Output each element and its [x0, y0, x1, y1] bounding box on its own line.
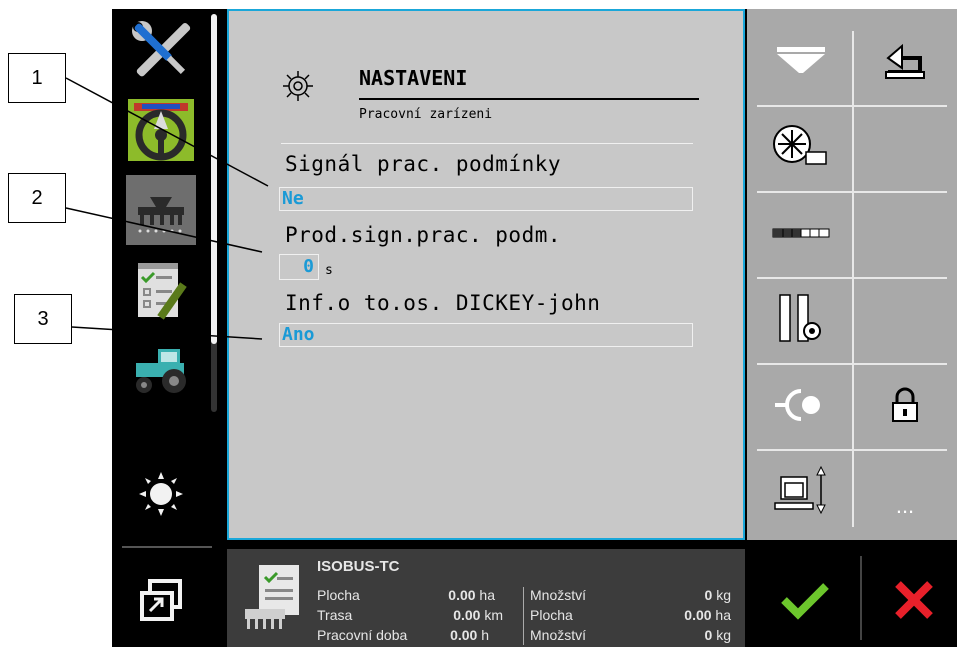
row2-label1: Trasa — [317, 607, 353, 623]
lock-icon — [892, 387, 918, 422]
seeder-button[interactable] — [126, 175, 196, 245]
tramline-settings-icon — [779, 294, 821, 342]
signal-delay-unit: s — [325, 263, 333, 278]
row2-value2: 0.00 ha — [647, 607, 731, 623]
row3-value1-number: 0.00 — [450, 627, 478, 643]
window-switch-icon — [140, 579, 182, 621]
row3-label1: Pracovní doba — [317, 627, 408, 643]
sections-button[interactable] — [751, 193, 851, 273]
cancel-button[interactable] — [870, 560, 957, 640]
callout-2: 2 — [8, 173, 66, 223]
row2-unit2: ha — [715, 607, 731, 623]
page-subtitle: Pracovní zarízeni — [359, 107, 493, 122]
tractor-button[interactable] — [126, 335, 196, 405]
confirm-button[interactable] — [760, 560, 850, 640]
lift-button[interactable] — [751, 451, 851, 531]
setting-label-work-signal: Signál prac. podmínky — [285, 152, 562, 176]
row1-value1-number: 0.00 — [448, 587, 476, 603]
bottom-divider — [523, 587, 524, 645]
title-underline — [359, 98, 699, 100]
row3-unit2: kg — [716, 627, 731, 643]
page-title: NASTAVENI — [359, 66, 468, 90]
section-bar-icon — [772, 228, 830, 238]
row1-value2-number: 0 — [704, 587, 713, 603]
wrench-screwdriver-icon — [132, 21, 191, 77]
row3-value2: 0 kg — [647, 627, 731, 643]
row2-value2-number: 0.00 — [684, 607, 712, 623]
lock-button[interactable] — [855, 365, 955, 445]
hitch-icon — [775, 389, 820, 421]
task-document-icon — [245, 565, 299, 629]
back-button[interactable] — [855, 21, 955, 101]
seeder-icon — [138, 197, 184, 233]
hitch-button[interactable] — [751, 365, 851, 445]
tools-button[interactable] — [126, 15, 196, 85]
row3-unit1: h — [481, 627, 489, 643]
steering-wheel-icon — [128, 99, 194, 161]
callout-3: 3 — [14, 294, 72, 344]
row2-label2: Plocha — [530, 607, 573, 623]
hopper-icon — [777, 47, 825, 73]
documentation-button[interactable] — [126, 255, 196, 325]
brightness-icon — [139, 472, 183, 516]
fan-button[interactable] — [751, 107, 851, 187]
sidebar-divider — [122, 546, 212, 548]
callout-1: 1 — [8, 53, 66, 103]
checkmark-icon — [781, 583, 829, 620]
action-divider — [860, 556, 862, 640]
tractor-icon — [136, 349, 186, 393]
row3-value1: 0.00 h — [427, 627, 489, 643]
setting-label-dickey-john: Inf.o to.os. DICKEY-john — [285, 291, 601, 315]
tramline-settings-button[interactable] — [751, 279, 851, 359]
fan-icon — [773, 125, 827, 165]
row2-value1-number: 0.00 — [453, 607, 481, 623]
row1-label2: Množství — [530, 587, 587, 603]
row1-label1: Plocha — [317, 587, 360, 603]
softkey-panel: ... — [747, 9, 957, 540]
checklist-icon — [138, 263, 187, 320]
more-icon: ... — [895, 493, 915, 518]
setting-label-signal-delay: Prod.sign.prac. podm. — [285, 223, 562, 247]
dickey-john-field[interactable]: Ano — [279, 323, 693, 347]
row3-label2: Množství — [530, 627, 587, 643]
scrollbar-thumb[interactable] — [211, 14, 217, 344]
settings-panel: NASTAVENI Pracovní zarízeni Signál prac.… — [227, 9, 745, 540]
row1-unit1: ha — [479, 587, 495, 603]
sidebar — [112, 9, 220, 647]
guidance-button[interactable] — [126, 95, 196, 165]
row1-value2: 0 kg — [647, 587, 731, 603]
back-icon — [885, 43, 925, 79]
hopper-button[interactable] — [751, 21, 851, 101]
app-name: ISOBUS-TC — [317, 558, 400, 575]
row1-value1: 0.00 ha — [427, 587, 495, 603]
close-icon — [894, 581, 933, 619]
lift-icon — [774, 465, 826, 515]
row3-value2-number: 0 — [704, 627, 713, 643]
row2-value1: 0.00 km — [427, 607, 503, 623]
more-button[interactable]: ... — [855, 451, 955, 531]
signal-delay-field[interactable]: 0 — [279, 254, 319, 280]
header-divider — [281, 143, 693, 144]
sidebar-scrollbar[interactable] — [211, 14, 217, 412]
row2-unit1: km — [484, 607, 503, 623]
window-switch-button[interactable] — [126, 565, 196, 635]
task-controller-bar[interactable]: ISOBUS-TC Plocha 0.00 ha Množství 0 kg T… — [227, 549, 745, 647]
brightness-button[interactable] — [126, 459, 196, 529]
work-signal-field[interactable]: Ne — [279, 187, 693, 211]
row1-unit2: kg — [716, 587, 731, 603]
gear-icon — [283, 71, 313, 101]
